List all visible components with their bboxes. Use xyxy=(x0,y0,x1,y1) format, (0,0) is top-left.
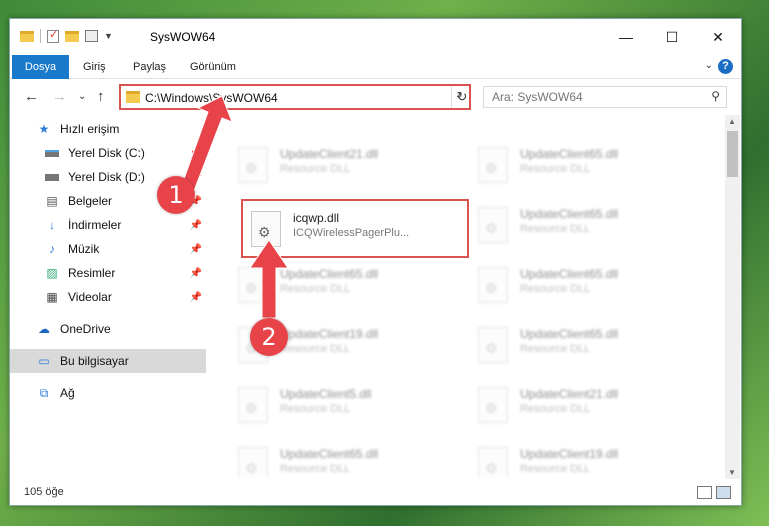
callout-step-2: 2 xyxy=(250,318,288,356)
callout-step-1: 1 xyxy=(157,176,195,214)
arrow-to-file xyxy=(249,239,289,319)
annotation-arrows xyxy=(179,95,289,319)
